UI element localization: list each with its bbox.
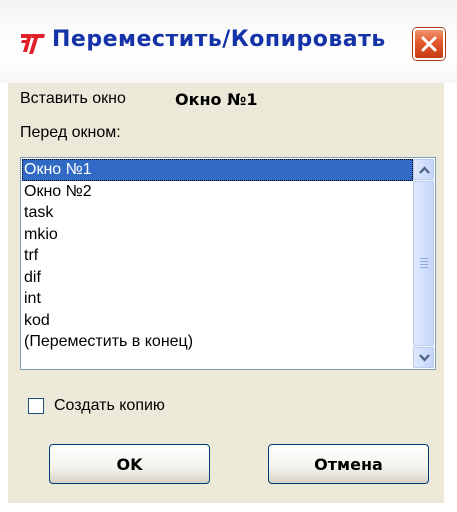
app-logo-icon [21,34,45,54]
list-item[interactable]: (Переместить в конец) [22,331,413,353]
title-bar[interactable]: Переместить/Копировать [0,0,457,83]
thumb-grip [420,258,428,259]
create-copy-checkbox[interactable] [28,398,44,414]
list-item[interactable]: trf [22,245,413,267]
insert-label: Вставить окно [20,90,126,107]
list-scrollbar[interactable] [413,159,434,368]
scroll-thumb[interactable] [413,181,434,346]
close-icon [421,36,437,52]
list-item[interactable]: Окно №2 [22,181,413,203]
close-button[interactable] [413,28,445,60]
move-copy-dialog: Переместить/Копировать Вставить окно Окн… [0,0,457,512]
create-copy-label[interactable]: Создать копию [54,397,165,415]
chevron-up-icon [419,166,430,174]
thumb-grip [420,261,428,262]
list-item[interactable]: dif [22,267,413,289]
list-item[interactable]: task [22,202,413,224]
list-item[interactable]: int [22,288,413,310]
before-window-label: Перед окном: [20,124,121,141]
list-item[interactable]: Окно №1 [22,159,413,181]
window-title: Переместить/Копировать [52,27,386,52]
chevron-down-icon [419,354,430,362]
list-item[interactable]: kod [22,310,413,332]
list-item[interactable]: mkio [22,224,413,246]
cancel-button[interactable]: Отмена [268,444,429,484]
scroll-down-button[interactable] [413,347,434,368]
window-list-items: Окно №1 Окно №2 task mkio trf dif int ko… [22,159,413,353]
thumb-grip [420,267,428,268]
scroll-up-button[interactable] [413,159,434,180]
insert-window-name: Окно №1 [175,90,258,109]
thumb-grip [420,264,428,265]
window-list[interactable]: Окно №1 Окно №2 task mkio trf dif int ko… [20,157,436,370]
ok-button[interactable]: OK [49,444,210,484]
